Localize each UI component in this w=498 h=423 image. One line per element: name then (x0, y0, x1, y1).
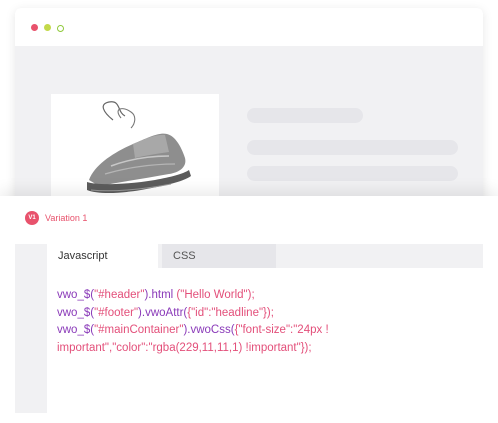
code-token-string: {"id":"headline"}); (187, 306, 274, 319)
minimize-window-dot[interactable] (44, 24, 51, 31)
skeleton-line-2 (247, 166, 458, 181)
maximize-window-dot[interactable] (57, 25, 64, 32)
code-token-string: "#mainContainer" (94, 324, 184, 336)
tab-css[interactable]: CSS (162, 244, 276, 268)
code-token-method: vwo_$( (57, 306, 95, 319)
code-token-method: ).vwoCss( (183, 324, 235, 336)
code-line: vwo_$("#footer").vwoAttr({"id":"headline… (57, 305, 467, 323)
code-token-method: vwo_$( (57, 324, 95, 336)
code-token-method: vwo_$( (57, 289, 95, 301)
code-token-method: ).html (144, 289, 177, 301)
code-line: vwo_$("#mainContainer").vwoCss({"font-si… (57, 322, 467, 357)
browser-titlebar (15, 8, 483, 46)
variation-editor-panel: V1 Variation 1 Javascript × CSS vwo_$("#… (0, 196, 498, 423)
variation-label[interactable]: Variation 1 (45, 211, 87, 225)
code-token-string: "#footer" (94, 306, 139, 319)
skeleton-title-bar (247, 108, 363, 123)
product-image-card (51, 94, 219, 204)
variation-badge: V1 (25, 211, 39, 225)
skeleton-line-1 (247, 140, 458, 155)
code-line: vwo_$("#header").html ("Hello World"); (57, 287, 467, 305)
code-token-string: "#header" (94, 289, 145, 301)
code-editor: Javascript × CSS vwo_$("#header").html (… (15, 244, 483, 413)
code-text-area[interactable]: vwo_$("#header").html ("Hello World"); vw… (47, 268, 483, 413)
code-content: vwo_$("#header").html ("Hello World"); vw… (57, 287, 467, 357)
tab-javascript[interactable]: Javascript × (47, 244, 181, 268)
code-token-string: ("Hello World"); (176, 289, 255, 301)
code-token-method: ).vwoAttr( (138, 306, 188, 319)
tab-css-label: CSS (173, 250, 196, 262)
sneaker-image (87, 101, 191, 193)
close-window-dot[interactable] (31, 24, 38, 31)
tab-javascript-label: Javascript (58, 250, 108, 262)
